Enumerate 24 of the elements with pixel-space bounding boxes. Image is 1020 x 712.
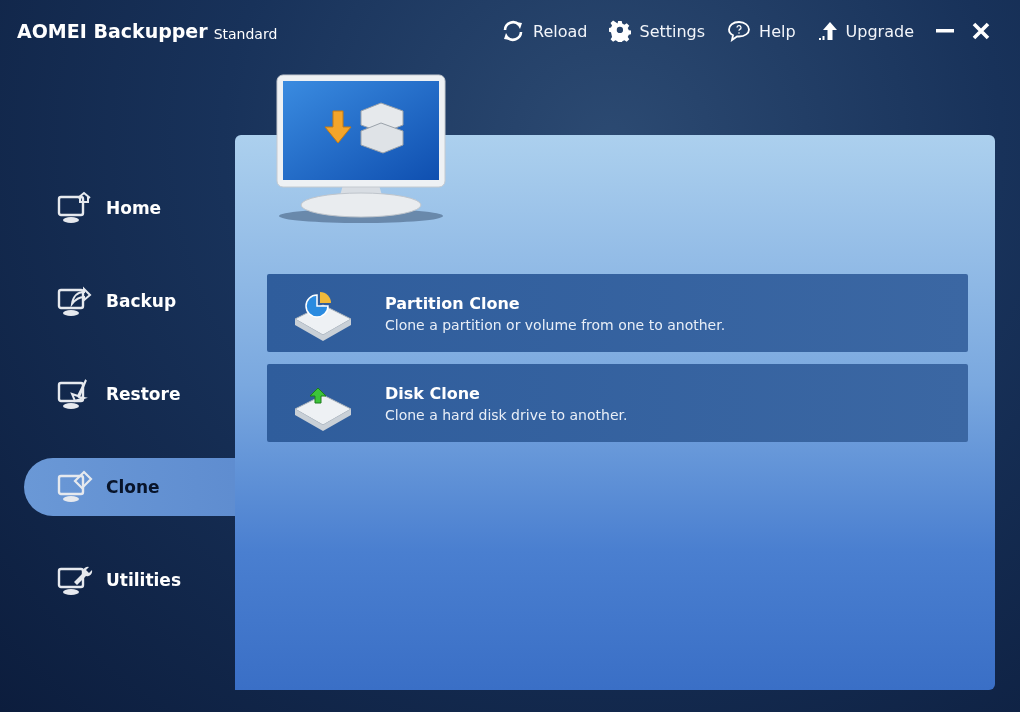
option-title: Partition Clone [385,293,521,313]
nav-item[interactable]: Backup [24,272,235,330]
backup-icon [56,284,94,318]
app-title: AOMEI Backupper [17,20,208,42]
clone-option[interactable]: Partition Clone Clone a partition or volume from one to another. [267,274,968,352]
nav-item[interactable]: Clone [24,458,235,516]
upgrade-icon [817,20,838,42]
option-description: Clone a hard disk drive to another. [385,406,628,423]
nav-item[interactable]: Utilities [24,551,235,609]
clone-icon [56,470,94,504]
help-button[interactable]: Help [727,20,796,42]
edition-label: Standard [213,26,278,42]
help-icon [727,20,752,42]
close-button[interactable] [972,22,990,40]
option-description: Clone a partition or volume from one to another. [385,316,726,333]
minimize-button[interactable] [936,29,954,33]
nav-item[interactable]: Home [24,179,235,237]
option-title: Disk Clone [385,383,481,403]
settings-button[interactable]: Settings [609,20,706,42]
nav-item[interactable]: Restore [24,365,235,423]
upgrade-button[interactable]: Upgrade [817,20,914,42]
clone-option[interactable]: Disk Clone Clone a hard disk drive to another. [267,364,968,442]
settings-icon [609,20,632,42]
reload-button[interactable]: Reload [501,20,588,42]
